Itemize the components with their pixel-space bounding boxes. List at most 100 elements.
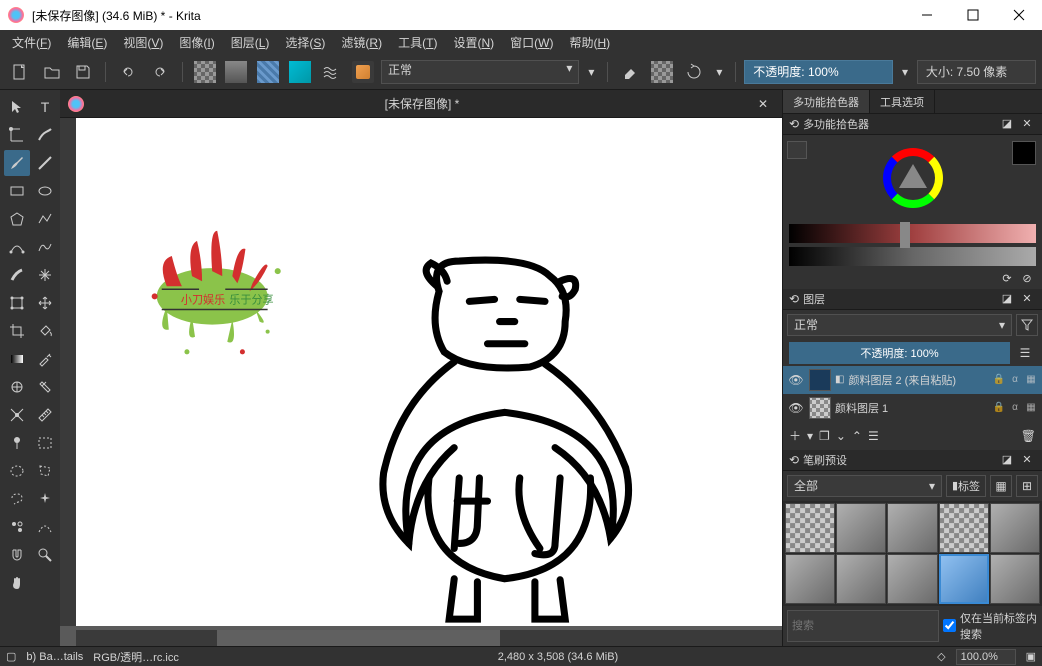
tool-poly-select[interactable] (32, 458, 58, 484)
color-triangle[interactable] (899, 164, 927, 188)
zoom-input[interactable] (956, 649, 1016, 665)
opacity-slider[interactable]: 不透明度: 100% (744, 60, 893, 84)
maximize-button[interactable] (950, 0, 996, 30)
panel-float-button[interactable]: ◪ (998, 451, 1016, 469)
menu-view[interactable]: 视图(V) (115, 32, 171, 53)
status-selection[interactable]: b) Ba…tails (26, 651, 83, 663)
menu-layer[interactable]: 图层(L) (223, 32, 278, 53)
brush-tag-filter[interactable]: 全部 (787, 475, 942, 497)
brush-preset[interactable] (785, 554, 835, 604)
menu-edit[interactable]: 编辑(E) (59, 32, 115, 53)
new-button[interactable] (6, 58, 34, 86)
tool-polygon[interactable] (4, 206, 30, 232)
menu-window[interactable]: 窗口(W) (502, 32, 561, 53)
tool-crop[interactable] (4, 318, 30, 344)
menu-help[interactable]: 帮助(H) (561, 32, 618, 53)
menu-file[interactable]: 文件(F) (4, 32, 59, 53)
brush-view-mode[interactable]: ▦ (990, 475, 1012, 497)
layer-blend-mode-select[interactable]: 正常 (787, 314, 1012, 336)
tool-zoom[interactable] (32, 542, 58, 568)
undo-button[interactable] (114, 58, 142, 86)
color-side-control[interactable] (787, 141, 807, 159)
brush-size-slider[interactable]: 大小: 7.50 像素 (917, 60, 1036, 84)
tool-pan[interactable] (4, 570, 30, 596)
tool-magnetic-select[interactable] (4, 542, 30, 568)
layer-name[interactable]: 颜料图层 1 (835, 400, 988, 416)
fgbg-button[interactable] (254, 58, 282, 86)
color-button[interactable] (286, 58, 314, 86)
panel-close-button[interactable]: ✕ (1018, 290, 1036, 308)
tool-rect-select[interactable] (32, 430, 58, 456)
layer-visibility-icon[interactable]: 👁 (787, 401, 805, 415)
lock-icon[interactable]: ⟲ (789, 292, 799, 306)
zoom-drag-icon[interactable]: ◇ (937, 650, 945, 663)
opacity-chevron[interactable]: ▾ (897, 65, 913, 79)
tool-calligraphy[interactable] (32, 122, 58, 148)
tool-transform[interactable] (4, 290, 30, 316)
zoom-fit-icon[interactable]: ▣ (1026, 650, 1036, 663)
gradient-button[interactable] (222, 58, 250, 86)
tab-color-selector[interactable]: 多功能拾色器 (783, 90, 870, 113)
close-button[interactable] (996, 0, 1042, 30)
tool-multibrush[interactable] (32, 262, 58, 288)
document-tab-title[interactable]: [未保存图像] * (92, 95, 752, 112)
color-clear-button[interactable]: ⊘ (1018, 269, 1036, 287)
tab-tool-options[interactable]: 工具选项 (870, 90, 935, 113)
color-slider-2[interactable] (789, 247, 1036, 266)
layer-opacity-menu[interactable]: ☰ (1014, 342, 1036, 364)
status-selection-icon[interactable]: ▢ (6, 650, 16, 663)
tool-smartpatch[interactable] (32, 374, 58, 400)
duplicate-layer-button[interactable]: ❐ (819, 429, 830, 443)
color-swatch[interactable] (1012, 141, 1036, 165)
tool-reference[interactable] (4, 430, 30, 456)
layer-visibility-icon[interactable]: 👁 (787, 373, 805, 387)
menu-image[interactable]: 图像(I) (171, 32, 222, 53)
brush-preset[interactable] (836, 554, 886, 604)
brush-preset-button[interactable] (349, 58, 377, 86)
brush-preset[interactable] (990, 554, 1040, 604)
brush-preset[interactable] (939, 554, 989, 604)
move-layer-down-button[interactable]: ⌄ (836, 429, 846, 443)
brush-preset[interactable] (836, 503, 886, 553)
brush-preset[interactable] (990, 503, 1040, 553)
minimize-button[interactable] (904, 0, 950, 30)
save-button[interactable] (69, 58, 97, 86)
panel-float-button[interactable]: ◪ (998, 290, 1016, 308)
layer-filter-button[interactable] (1016, 314, 1038, 336)
tool-ellipse[interactable] (32, 178, 58, 204)
brush-preset[interactable] (785, 503, 835, 553)
brush-search-input[interactable] (787, 610, 939, 642)
redo-button[interactable] (146, 58, 174, 86)
reload-chevron[interactable]: ▾ (711, 65, 727, 79)
brush-engines-button[interactable] (318, 58, 346, 86)
layer-inherit-icon[interactable]: ▦ (1024, 402, 1038, 413)
tool-brush[interactable] (4, 150, 30, 176)
layer-properties-button[interactable]: ☰ (868, 429, 879, 443)
brush-preset[interactable] (939, 503, 989, 553)
panel-close-button[interactable]: ✕ (1018, 115, 1036, 133)
lock-icon[interactable]: ⟲ (789, 453, 799, 467)
delete-layer-button[interactable]: 🗑 (1021, 429, 1036, 443)
layer-composite-icon[interactable]: ◧ (835, 374, 844, 385)
brush-preset[interactable] (887, 503, 937, 553)
tool-colorize[interactable] (4, 374, 30, 400)
blend-mode-chevron[interactable]: ▾ (583, 65, 599, 79)
tool-edit-shape[interactable] (4, 122, 30, 148)
tool-gradient[interactable] (4, 346, 30, 372)
tool-bezier[interactable] (4, 234, 30, 260)
lock-icon[interactable]: ⟲ (789, 117, 799, 131)
color-slider-1[interactable] (789, 224, 1036, 243)
eraser-button[interactable] (616, 58, 644, 86)
layer-alpha-icon[interactable]: α (1008, 402, 1022, 413)
color-refresh-button[interactable]: ⟳ (998, 269, 1016, 287)
tool-text[interactable]: T (32, 94, 58, 120)
menu-settings[interactable]: 设置(N) (445, 32, 502, 53)
panel-close-button[interactable]: ✕ (1018, 451, 1036, 469)
tool-bezier-select[interactable] (32, 514, 58, 540)
layer-alpha-icon[interactable]: α (1008, 374, 1022, 385)
tool-lasso[interactable] (4, 486, 30, 512)
tool-dyna[interactable] (4, 262, 30, 288)
tool-colorpicker[interactable] (32, 346, 58, 372)
canvas[interactable]: 小刀娱乐 乐于分享 (76, 118, 782, 626)
layer-item[interactable]: 👁 颜料图层 1 🔒α▦ (783, 394, 1042, 422)
